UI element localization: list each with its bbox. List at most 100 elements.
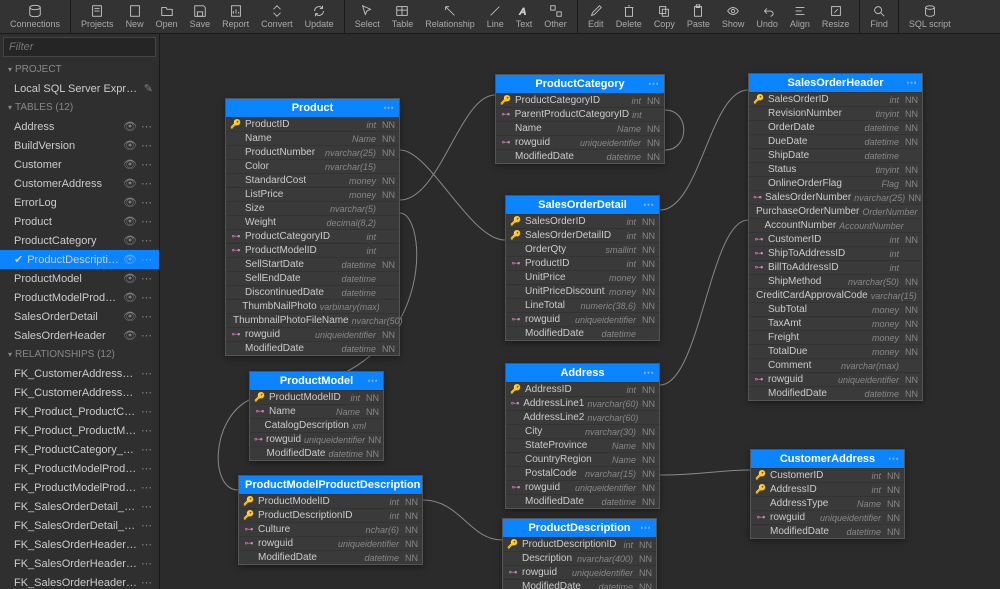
tree-table-item[interactable]: SalesOrderDetail👁⋯: [0, 307, 159, 326]
more-icon[interactable]: ⋯: [141, 500, 153, 513]
line-button[interactable]: Line: [481, 0, 510, 33]
more-icon[interactable]: ⋯: [141, 329, 153, 342]
align-button[interactable]: Align: [784, 0, 816, 33]
entity-column[interactable]: 🔑SalesOrderDetailIDintNN: [506, 228, 659, 242]
tree-section-tables[interactable]: TABLES (12): [0, 98, 159, 117]
project-item[interactable]: Local SQL Server Express A✎: [0, 79, 159, 98]
entity-column[interactable]: AddressTypeNameNN: [751, 496, 904, 510]
entity-header[interactable]: SalesOrderHeader⋯: [749, 74, 922, 92]
entity-options-icon[interactable]: ⋯: [406, 478, 418, 491]
visibility-icon[interactable]: 👁: [123, 215, 137, 228]
tree-relationship-item[interactable]: FK_CustomerAddress_Cust⋯: [0, 383, 159, 402]
entity-options-icon[interactable]: ⋯: [906, 76, 918, 89]
more-icon[interactable]: ⋯: [141, 481, 153, 494]
entity-column[interactable]: FreightmoneyNN: [749, 330, 922, 344]
resize-button[interactable]: Resize: [816, 0, 856, 33]
tree-section-relationships[interactable]: RELATIONSHIPS (12): [0, 345, 159, 364]
more-icon[interactable]: ⋯: [141, 557, 153, 570]
more-icon[interactable]: ⋯: [141, 443, 153, 456]
tree-relationship-item[interactable]: FK_ProductModelProductC⋯: [0, 459, 159, 478]
entity-column[interactable]: ⊶rowguiduniqueidentifierNN: [496, 135, 664, 149]
entity-column[interactable]: 🔑SalesOrderIDintNN: [506, 214, 659, 228]
more-icon[interactable]: ⋯: [141, 462, 153, 475]
entity-column[interactable]: 🔑CustomerIDintNN: [751, 468, 904, 482]
entity-column[interactable]: DueDatedatetimeNN: [749, 134, 922, 148]
entity-options-icon[interactable]: ⋯: [643, 198, 655, 211]
new-button[interactable]: New: [120, 0, 150, 33]
entity-column[interactable]: 🔑SalesOrderIDintNN: [749, 92, 922, 106]
more-icon[interactable]: ⋯: [141, 272, 153, 285]
tree-relationship-item[interactable]: FK_Product_ProductModel⋯: [0, 421, 159, 440]
entity-column[interactable]: ⊶rowguiduniqueidentifierNN: [749, 372, 922, 386]
entity-column[interactable]: 🔑ProductCategoryIDintNN: [496, 93, 664, 107]
entity-column[interactable]: OnlineOrderFlagFlagNN: [749, 176, 922, 190]
entity-column[interactable]: ThumbnailPhotoFileNamenvarchar(50): [226, 313, 399, 327]
more-icon[interactable]: ⋯: [141, 177, 153, 190]
entity-salesorderheader[interactable]: SalesOrderHeader⋯🔑SalesOrderIDintNNRevis…: [748, 73, 923, 401]
entity-column[interactable]: ⊶BillToAddressIDint: [749, 260, 922, 274]
entity-column[interactable]: ⊶SalesOrderNumbernvarchar(25)NN: [749, 190, 922, 204]
entity-column[interactable]: ModifiedDatedatetimeNN: [496, 149, 664, 163]
visibility-icon[interactable]: 👁: [123, 177, 137, 190]
entity-column[interactable]: ⊶ProductModelIDint: [226, 243, 399, 257]
filter-input[interactable]: [3, 37, 156, 57]
entity-column[interactable]: ModifiedDatedatetimeNN: [226, 341, 399, 355]
entity-header[interactable]: SalesOrderDetail⋯: [506, 196, 659, 214]
tree-table-item[interactable]: BuildVersion👁⋯: [0, 136, 159, 155]
entity-column[interactable]: CreditCardApprovalCodevarchar(15): [749, 288, 922, 302]
entity-column[interactable]: TaxAmtmoneyNN: [749, 316, 922, 330]
relationship-line[interactable]: [423, 500, 502, 540]
entity-product[interactable]: Product⋯🔑ProductIDintNNNameNameNNProduct…: [225, 98, 400, 356]
entity-column[interactable]: CountryRegionNameNN: [506, 452, 659, 466]
more-icon[interactable]: ⋯: [141, 139, 153, 152]
relationship-line[interactable]: [665, 110, 684, 150]
relationship-button[interactable]: Relationship: [419, 0, 481, 33]
entity-column[interactable]: ⊶rowguiduniqueidentifierNN: [503, 565, 656, 579]
entity-column[interactable]: ListPricemoneyNN: [226, 187, 399, 201]
report-button[interactable]: Report: [216, 0, 255, 33]
diagram-canvas[interactable]: Product⋯🔑ProductIDintNNNameNameNNProduct…: [160, 34, 1000, 589]
entity-column[interactable]: SellEndDatedatetime: [226, 271, 399, 285]
entity-column[interactable]: SellStartDatedatetimeNN: [226, 257, 399, 271]
entity-column[interactable]: StateProvinceNameNN: [506, 438, 659, 452]
entity-column[interactable]: ModifiedDatedatetimeNN: [239, 550, 422, 564]
tree-relationship-item[interactable]: FK_Product_ProductCateg⋯: [0, 402, 159, 421]
entity-column[interactable]: Sizenvarchar(5): [226, 201, 399, 215]
entity-column[interactable]: CatalogDescriptionxml: [250, 418, 383, 432]
entity-header[interactable]: ProductCategory⋯: [496, 75, 664, 93]
entity-header[interactable]: CustomerAddress⋯: [751, 450, 904, 468]
relationship-line[interactable]: [400, 95, 495, 200]
tree-table-item[interactable]: Address👁⋯: [0, 117, 159, 136]
entity-column[interactable]: ⊶ShipToAddressIDint: [749, 246, 922, 260]
tree-section-project[interactable]: PROJECT: [0, 60, 159, 79]
projects-button[interactable]: Projects: [75, 0, 120, 33]
entity-column[interactable]: 🔑ProductDescriptionIDintNN: [503, 537, 656, 551]
more-icon[interactable]: ⋯: [141, 215, 153, 228]
entity-column[interactable]: OrderQtysmallintNN: [506, 242, 659, 256]
entity-column[interactable]: NameNameNN: [496, 121, 664, 135]
tree-table-item[interactable]: ✔ProductDescription👁⋯: [0, 250, 159, 269]
entity-column[interactable]: Descriptionnvarchar(400)NN: [503, 551, 656, 565]
more-icon[interactable]: ⋯: [141, 405, 153, 418]
update-button[interactable]: Update: [299, 0, 340, 33]
visibility-icon[interactable]: 👁: [123, 272, 137, 285]
tree-table-item[interactable]: Product👁⋯: [0, 212, 159, 231]
entity-options-icon[interactable]: ⋯: [643, 366, 655, 379]
entity-options-icon[interactable]: ⋯: [648, 77, 660, 90]
entity-column[interactable]: 🔑ProductIDintNN: [226, 117, 399, 131]
entity-column[interactable]: 🔑ProductDescriptionIDintNN: [239, 508, 422, 522]
entity-column[interactable]: StatustinyintNN: [749, 162, 922, 176]
entity-column[interactable]: NameNameNN: [226, 131, 399, 145]
entity-column[interactable]: ThumbNailPhotovarbinary(max): [226, 299, 399, 313]
entity-column[interactable]: ⊶rowguiduniqueidentifierNN: [506, 480, 659, 494]
entity-column[interactable]: 🔑ProductModelIDintNN: [250, 390, 383, 404]
entity-column[interactable]: ⊶AddressLine1nvarchar(60)NN: [506, 396, 659, 410]
tree-relationship-item[interactable]: FK_ProductModelProductC⋯: [0, 478, 159, 497]
tree-relationship-item[interactable]: FK_ProductCategory_Prod⋯: [0, 440, 159, 459]
entity-column[interactable]: PostalCodenvarchar(15)NN: [506, 466, 659, 480]
more-icon[interactable]: ⋯: [141, 386, 153, 399]
entity-column[interactable]: ⊶rowguiduniqueidentifierNN: [506, 312, 659, 326]
relationship-line[interactable]: [660, 220, 748, 385]
entity-column[interactable]: AddressLine2nvarchar(60): [506, 410, 659, 424]
entity-column[interactable]: ⊶ProductCategoryIDint: [226, 229, 399, 243]
